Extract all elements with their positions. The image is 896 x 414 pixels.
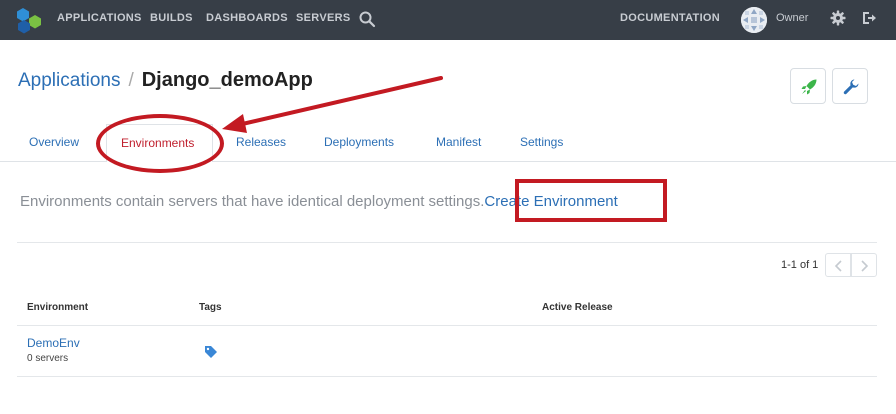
pagination-info: 1-1 of 1: [781, 259, 819, 271]
chevron-right-icon: [861, 260, 869, 272]
breadcrumb-applications-link[interactable]: Applications: [18, 70, 120, 91]
tab-overview[interactable]: Overview: [29, 135, 79, 149]
column-header-environment[interactable]: Environment: [27, 302, 88, 313]
tab-settings[interactable]: Settings: [520, 135, 563, 149]
chevron-left-icon: [834, 260, 842, 272]
server-count: 0 servers: [27, 353, 69, 364]
app-logo-icon[interactable]: [16, 6, 42, 34]
column-header-active-release[interactable]: Active Release: [542, 302, 613, 313]
page-title: Django_demoApp: [141, 69, 313, 91]
nav-applications[interactable]: APPLICATIONS: [57, 12, 142, 24]
divider: [17, 242, 877, 243]
tab-manifest[interactable]: Manifest: [436, 135, 481, 149]
user-name[interactable]: Owner: [776, 12, 808, 24]
wrench-icon: [843, 79, 859, 95]
annotation-rectangle: [515, 179, 667, 222]
nav-servers[interactable]: SERVERS: [296, 12, 350, 24]
search-icon[interactable]: [358, 10, 376, 28]
tag-icon[interactable]: [204, 345, 218, 359]
next-page-button[interactable]: [851, 253, 877, 277]
breadcrumb: Applications / Django_demoApp: [18, 69, 313, 92]
logout-icon[interactable]: [861, 10, 877, 26]
table-row-divider: [17, 376, 877, 377]
nav-dashboards[interactable]: DASHBOARDS: [206, 12, 288, 24]
previous-page-button[interactable]: [825, 253, 851, 277]
tab-releases[interactable]: Releases: [236, 135, 286, 149]
environment-link[interactable]: DemoEnv: [27, 336, 80, 350]
intro-text: Environments contain servers that have i…: [20, 193, 485, 210]
settings-wrench-button[interactable]: [832, 68, 868, 104]
gear-icon[interactable]: [830, 10, 846, 26]
avatar[interactable]: [741, 7, 767, 33]
column-header-tags[interactable]: Tags: [199, 302, 222, 313]
table-header-divider: [17, 325, 877, 326]
breadcrumb-separator: /: [128, 70, 134, 91]
rocket-icon: [801, 79, 817, 95]
tab-deployments[interactable]: Deployments: [324, 135, 394, 149]
nav-builds[interactable]: BUILDS: [150, 12, 193, 24]
deploy-button[interactable]: [790, 68, 826, 104]
top-navbar: APPLICATIONS BUILDS DASHBOARDS SERVERS D…: [0, 0, 896, 40]
annotation-ellipse: [96, 114, 224, 173]
nav-documentation[interactable]: DOCUMENTATION: [620, 12, 720, 24]
